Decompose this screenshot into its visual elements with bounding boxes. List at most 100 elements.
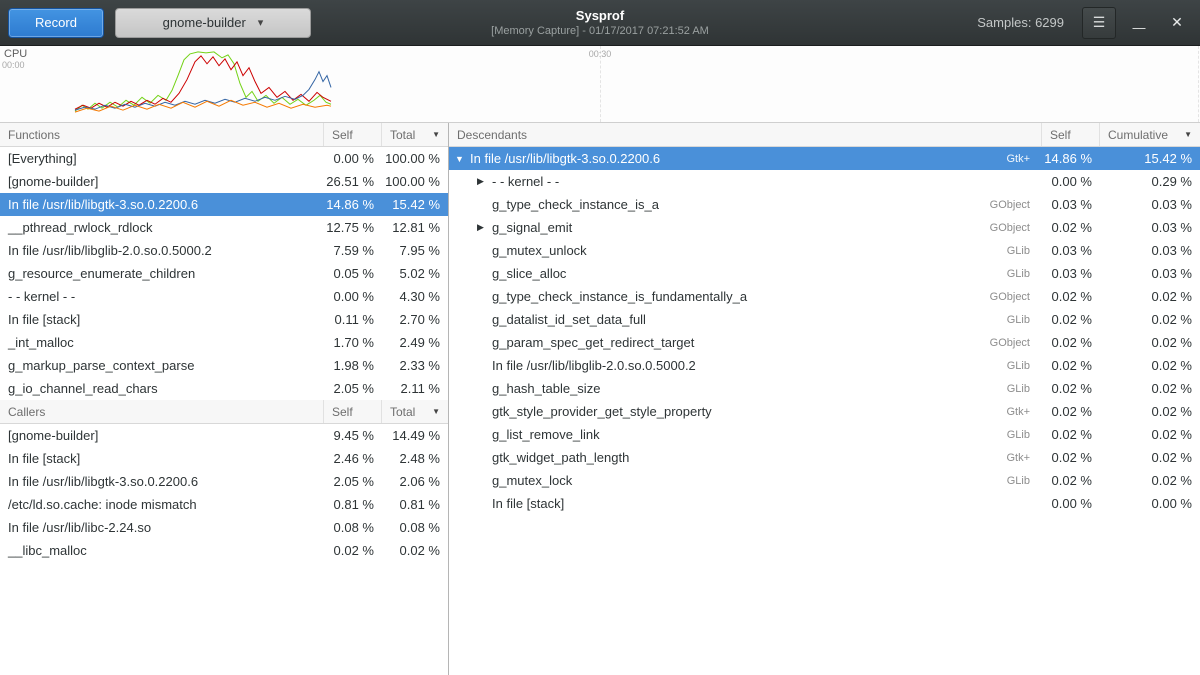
descendants-row[interactable]: ▶- - kernel - -0.00 %0.29 %: [449, 170, 1200, 193]
functions-row[interactable]: - - kernel - -0.00 %4.30 %: [0, 285, 448, 308]
descendant-name: In file [stack]: [492, 496, 564, 511]
function-self: 1.70 %: [324, 335, 382, 350]
descendant-library: GLib: [1007, 475, 1042, 487]
functions-row[interactable]: g_markup_parse_context_parse1.98 %2.33 %: [0, 354, 448, 377]
descendants-row[interactable]: ▼In file /usr/lib/libgtk-3.so.0.2200.6Gt…: [449, 147, 1200, 170]
process-selector-dropdown[interactable]: gnome-builder ▾: [115, 8, 311, 38]
function-name: In file /usr/lib/libgtk-3.so.0.2200.6: [0, 197, 324, 212]
descendant-cumulative: 0.02 %: [1100, 404, 1200, 419]
descendants-table-body: ▼In file /usr/lib/libgtk-3.so.0.2200.6Gt…: [449, 147, 1200, 515]
functions-row[interactable]: g_io_channel_read_chars2.05 %2.11 %: [0, 377, 448, 400]
function-self: 0.00 %: [324, 289, 382, 304]
functions-total-column-header[interactable]: Total ▼: [382, 123, 448, 146]
descendants-row[interactable]: g_datalist_id_set_data_fullGLib0.02 %0.0…: [449, 308, 1200, 331]
descendant-name-cell: g_type_check_instance_is_aGObject: [449, 197, 1042, 212]
callers-row[interactable]: In file /usr/lib/libgtk-3.so.0.2200.62.0…: [0, 470, 448, 493]
descendants-row[interactable]: g_type_check_instance_is_fundamentally_a…: [449, 285, 1200, 308]
function-name: [Everything]: [0, 151, 324, 166]
functions-row[interactable]: _int_malloc1.70 %2.49 %: [0, 331, 448, 354]
descendant-name: g_list_remove_link: [492, 427, 600, 442]
descendant-name: g_type_check_instance_is_a: [492, 197, 659, 212]
callers-row[interactable]: /etc/ld.so.cache: inode mismatch0.81 %0.…: [0, 493, 448, 516]
descendant-cumulative: 0.03 %: [1100, 243, 1200, 258]
descendant-name-cell: g_param_spec_get_redirect_targetGObject: [449, 335, 1042, 350]
descendant-library: Gtk+: [1006, 452, 1042, 464]
callers-row[interactable]: [gnome-builder]9.45 %14.49 %: [0, 424, 448, 447]
descendants-row[interactable]: g_slice_allocGLib0.03 %0.03 %: [449, 262, 1200, 285]
descendant-self: 0.03 %: [1042, 197, 1100, 212]
descendants-row[interactable]: In file /usr/lib/libglib-2.0.so.0.5000.2…: [449, 354, 1200, 377]
time-tick-mid: 00:30: [589, 49, 612, 59]
sysprof-window: Record gnome-builder ▾ Sysprof [Memory C…: [0, 0, 1200, 675]
functions-row[interactable]: __pthread_rwlock_rdlock12.75 %12.81 %: [0, 216, 448, 239]
functions-row[interactable]: [Everything]0.00 %100.00 %: [0, 147, 448, 170]
callers-row[interactable]: In file [stack]2.46 %2.48 %: [0, 447, 448, 470]
menu-button[interactable]: ☰: [1082, 7, 1116, 39]
functions-table-header: Functions Self Total ▼: [0, 123, 448, 147]
descendants-row[interactable]: g_list_remove_linkGLib0.02 %0.02 %: [449, 423, 1200, 446]
cumulative-header-label: Cumulative: [1108, 128, 1168, 142]
descendants-row[interactable]: g_mutex_lockGLib0.02 %0.02 %: [449, 469, 1200, 492]
descendant-cumulative: 0.03 %: [1100, 197, 1200, 212]
descendants-row[interactable]: g_mutex_unlockGLib0.03 %0.03 %: [449, 239, 1200, 262]
caller-total: 0.81 %: [382, 497, 448, 512]
descendants-row[interactable]: g_hash_table_sizeGLib0.02 %0.02 %: [449, 377, 1200, 400]
callers-row[interactable]: __libc_malloc0.02 %0.02 %: [0, 539, 448, 562]
cpu-core-green-line: [75, 52, 331, 111]
descendant-cumulative: 0.02 %: [1100, 381, 1200, 396]
descendant-name-cell: ▼In file /usr/lib/libgtk-3.so.0.2200.6Gt…: [449, 151, 1042, 166]
cpu-graph[interactable]: CPU 00:00 00:30: [0, 46, 1200, 123]
functions-row[interactable]: In file /usr/lib/libgtk-3.so.0.2200.614.…: [0, 193, 448, 216]
descendants-header-label: Descendants: [457, 128, 527, 142]
descendants-row[interactable]: g_param_spec_get_redirect_targetGObject0…: [449, 331, 1200, 354]
callers-column-header[interactable]: Callers: [0, 400, 324, 423]
functions-row[interactable]: In file [stack]0.11 %2.70 %: [0, 308, 448, 331]
caller-name: In file [stack]: [0, 451, 324, 466]
functions-row[interactable]: [gnome-builder]26.51 %100.00 %: [0, 170, 448, 193]
callers-row[interactable]: In file /usr/lib/libc-2.24.so0.08 %0.08 …: [0, 516, 448, 539]
descendant-self: 0.02 %: [1042, 335, 1100, 350]
descendant-self: 0.03 %: [1042, 266, 1100, 281]
functions-row[interactable]: In file /usr/lib/libglib-2.0.so.0.5000.2…: [0, 239, 448, 262]
functions-self-column-header[interactable]: Self: [324, 123, 382, 146]
close-button[interactable]: ✕: [1162, 7, 1192, 39]
callers-self-column-header[interactable]: Self: [324, 400, 382, 423]
functions-header-label: Functions: [8, 128, 60, 142]
functions-column-header[interactable]: Functions: [0, 123, 324, 146]
descendant-name-cell: g_mutex_lockGLib: [449, 473, 1042, 488]
callers-total-column-header[interactable]: Total ▼: [382, 400, 448, 423]
descendant-name: g_signal_emit: [492, 220, 572, 235]
caller-name: In file /usr/lib/libc-2.24.so: [0, 520, 324, 535]
expander-icon[interactable]: ▼: [455, 154, 470, 164]
function-total: 5.02 %: [382, 266, 448, 281]
minimize-button[interactable]: —: [1124, 7, 1154, 39]
descendant-name-cell: g_type_check_instance_is_fundamentally_a…: [449, 289, 1042, 304]
descendants-cumulative-column-header[interactable]: Cumulative ▼: [1100, 123, 1200, 146]
record-button[interactable]: Record: [8, 8, 104, 38]
caller-self: 0.02 %: [324, 543, 382, 558]
descendant-cumulative: 15.42 %: [1100, 151, 1200, 166]
function-name: In file [stack]: [0, 312, 324, 327]
descendant-cumulative: 0.29 %: [1100, 174, 1200, 189]
descendants-row[interactable]: In file [stack]0.00 %0.00 %: [449, 492, 1200, 515]
function-name: __pthread_rwlock_rdlock: [0, 220, 324, 235]
function-total: 7.95 %: [382, 243, 448, 258]
function-self: 7.59 %: [324, 243, 382, 258]
descendants-row[interactable]: ▶g_signal_emitGObject0.02 %0.03 %: [449, 216, 1200, 239]
descendants-row[interactable]: gtk_widget_path_lengthGtk+0.02 %0.02 %: [449, 446, 1200, 469]
window-title: Sysprof: [576, 8, 624, 23]
expander-icon[interactable]: ▶: [477, 222, 492, 233]
descendant-self: 0.02 %: [1042, 312, 1100, 327]
function-total: 2.49 %: [382, 335, 448, 350]
descendant-cumulative: 0.00 %: [1100, 496, 1200, 511]
descendants-row[interactable]: g_type_check_instance_is_aGObject0.03 %0…: [449, 193, 1200, 216]
time-tick-start: 00:00: [2, 60, 25, 70]
descendants-self-column-header[interactable]: Self: [1042, 123, 1100, 146]
right-pane: Descendants Self Cumulative ▼ ▼In file /…: [449, 123, 1200, 675]
descendants-row[interactable]: gtk_style_provider_get_style_propertyGtk…: [449, 400, 1200, 423]
function-self: 26.51 %: [324, 174, 382, 189]
descendants-column-header[interactable]: Descendants: [449, 123, 1042, 146]
expander-icon[interactable]: ▶: [477, 176, 492, 187]
functions-row[interactable]: g_resource_enumerate_children0.05 %5.02 …: [0, 262, 448, 285]
descendant-library: GObject: [990, 291, 1042, 303]
